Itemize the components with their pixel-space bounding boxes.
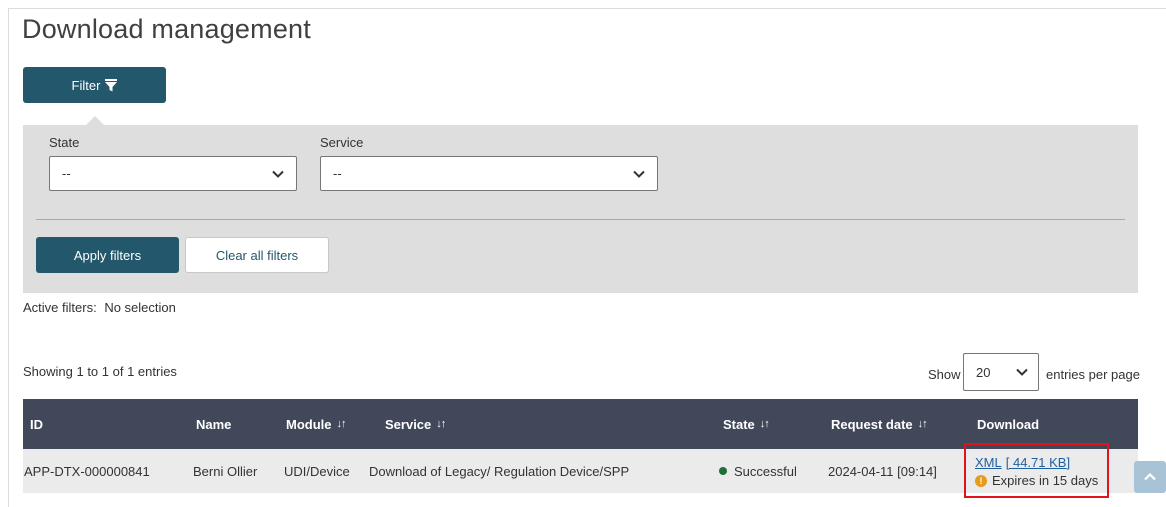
state-filter-select[interactable]: -- xyxy=(49,156,297,191)
column-header-request-date[interactable]: Request date ↓↑ xyxy=(831,399,928,449)
page-title: Download management xyxy=(22,14,311,44)
status-dot-icon xyxy=(719,467,727,475)
column-label: Service xyxy=(385,416,432,432)
column-label: Download xyxy=(977,416,1040,432)
active-filters-label: Active filters: xyxy=(23,300,97,315)
cell-module: UDI/Device xyxy=(284,463,350,479)
service-filter-value: -- xyxy=(333,166,342,181)
exclamation-circle-icon: ! xyxy=(975,474,987,487)
active-filters-value: No selection xyxy=(104,300,176,315)
column-label: State xyxy=(723,416,755,432)
chevron-down-icon xyxy=(1016,368,1028,376)
funnel-icon xyxy=(105,78,118,91)
filter-toggle-button[interactable]: Filter xyxy=(23,67,166,103)
filter-toggle-label: Filter xyxy=(71,77,101,93)
column-label: Request date xyxy=(831,416,913,432)
cell-request-date: 2024-04-11 [09:14] xyxy=(828,463,937,479)
column-header-state[interactable]: State ↓↑ xyxy=(723,399,770,449)
cell-id: APP-DTX-000000841 xyxy=(24,463,150,479)
column-header-service[interactable]: Service ↓↑ xyxy=(385,399,446,449)
active-filters: Active filters: No selection xyxy=(23,300,176,315)
cell-state: Successful xyxy=(719,449,797,493)
show-label: Show xyxy=(928,367,961,382)
chevron-up-icon xyxy=(1144,473,1156,481)
sort-icon: ↓↑ xyxy=(436,418,446,430)
cell-name: Berni Ollier xyxy=(193,463,258,479)
column-header-module[interactable]: Module ↓↑ xyxy=(286,399,347,449)
apply-filters-button[interactable]: Apply filters xyxy=(36,237,179,273)
scroll-to-top-button[interactable] xyxy=(1134,461,1166,493)
column-header-download: Download xyxy=(977,399,1039,449)
service-filter-select[interactable]: -- xyxy=(320,156,658,191)
entries-per-page-select[interactable]: 20 xyxy=(963,353,1039,391)
state-filter-label: State xyxy=(49,135,80,150)
clear-all-filters-button[interactable]: Clear all filters xyxy=(185,237,329,273)
state-filter-value: -- xyxy=(62,166,71,181)
chevron-down-icon xyxy=(272,170,284,178)
download-xml-link[interactable]: XML xyxy=(975,455,1002,470)
entries-per-page-value: 20 xyxy=(976,364,991,380)
cell-download: XML [ 44.71 KB] ! Expires in 15 days xyxy=(964,443,1109,498)
expiry-label: Expires in 15 days xyxy=(992,473,1099,488)
chevron-down-icon xyxy=(633,170,645,178)
sort-icon: ↓↑ xyxy=(759,418,770,430)
service-filter-label: Service xyxy=(320,135,364,150)
expiry-notice: ! Expires in 15 days xyxy=(975,473,1107,488)
column-header-name: Name xyxy=(196,399,231,449)
column-label: ID xyxy=(30,416,43,432)
entries-info: Showing 1 to 1 of 1 entries xyxy=(23,364,177,379)
filter-panel-divider xyxy=(36,219,1125,220)
column-header-id: ID xyxy=(30,399,43,449)
entries-per-page-label: entries per page xyxy=(1046,367,1140,382)
state-label: Successful xyxy=(734,463,797,479)
column-label: Name xyxy=(196,416,232,432)
sort-icon: ↓↑ xyxy=(917,418,928,430)
table-header: ID Name Module ↓↑ Service ↓↑ State ↓↑ Re… xyxy=(23,399,1138,449)
cell-service: Download of Legacy/ Regulation Device/SP… xyxy=(369,463,630,479)
sort-icon: ↓↑ xyxy=(336,418,347,430)
filter-panel-caret xyxy=(86,116,104,125)
download-size-link[interactable]: [ 44.71 KB] xyxy=(1006,455,1070,470)
column-label: Module xyxy=(286,416,332,432)
